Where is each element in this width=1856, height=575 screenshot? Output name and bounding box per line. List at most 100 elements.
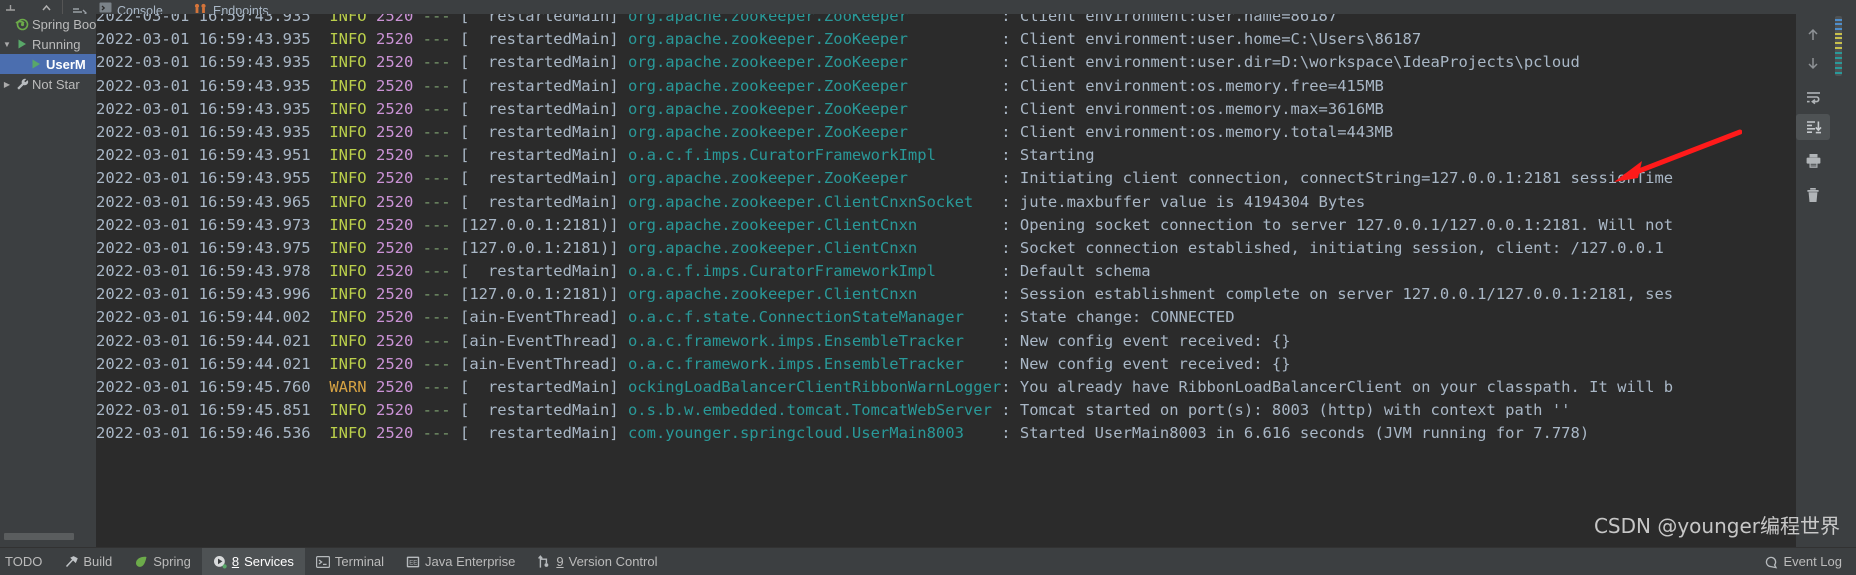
tree-item-usermain8003[interactable]: UserM bbox=[0, 54, 96, 74]
log-timestamp: 2022-03-01 16:59:46.536 bbox=[96, 424, 311, 443]
console-marker-stripe[interactable] bbox=[1832, 14, 1844, 548]
event-log-icon bbox=[1764, 555, 1778, 569]
services-tree[interactable]: Spring Boot ▼ Running UserM ▶ Not Star bbox=[0, 14, 96, 548]
tree-item-running[interactable]: ▼ Running bbox=[0, 34, 96, 54]
tab-endpoints[interactable]: Endpoints bbox=[193, 0, 269, 14]
log-pid: 2520 bbox=[375, 30, 414, 49]
print-icon[interactable] bbox=[1796, 148, 1830, 174]
stripe-marker bbox=[1835, 28, 1842, 30]
log-logger-class: org.apache.zookeeper.ClientCnxn bbox=[627, 215, 1002, 234]
scroll-up-icon[interactable] bbox=[1796, 22, 1830, 48]
log-line[interactable]: 2022-03-01 16:59:44.021 INFO 2520 --- [a… bbox=[96, 330, 1796, 353]
statusbar-item-build[interactable]: Build bbox=[53, 548, 123, 575]
terminal-icon bbox=[315, 555, 330, 569]
log-message: : Started UserMain8003 in 6.616 seconds … bbox=[1001, 424, 1590, 443]
tree-item-label: Not Star bbox=[32, 76, 80, 92]
log-logger-class: org.apache.zookeeper.ClientCnxn bbox=[627, 285, 1002, 304]
log-message: : Client environment:os.memory.total=443… bbox=[1001, 122, 1394, 141]
console-output[interactable]: 2022-03-01 16:59:43.935 INFO 2520 --- [ … bbox=[96, 14, 1796, 548]
run-icon bbox=[28, 58, 44, 70]
log-timestamp: 2022-03-01 16:59:44.021 bbox=[96, 354, 311, 373]
stripe-marker bbox=[1835, 57, 1842, 59]
log-thread: [ain-EventThread] bbox=[459, 331, 619, 350]
log-timestamp: 2022-03-01 16:59:43.978 bbox=[96, 262, 311, 281]
endpoints-icon bbox=[193, 1, 208, 14]
log-line[interactable]: 2022-03-01 16:59:44.021 INFO 2520 --- [a… bbox=[96, 353, 1796, 376]
log-line[interactable]: 2022-03-01 16:59:43.935 INFO 2520 --- [ … bbox=[96, 14, 1796, 28]
tree-item-spring-boot[interactable]: Spring Boot bbox=[0, 14, 96, 34]
log-pid: 2520 bbox=[375, 378, 414, 396]
statusbar-item-services[interactable]: 8 Services bbox=[201, 548, 305, 575]
statusbar-item-terminal[interactable]: Terminal bbox=[305, 548, 395, 575]
log-line[interactable]: 2022-03-01 16:59:45.851 INFO 2520 --- [ … bbox=[96, 399, 1796, 422]
log-line[interactable]: 2022-03-01 16:59:43.935 INFO 2520 --- [ … bbox=[96, 75, 1796, 98]
scroll-down-icon[interactable] bbox=[1796, 50, 1830, 76]
toolbar-separator bbox=[62, 0, 63, 14]
log-line[interactable]: 2022-03-01 16:59:43.965 INFO 2520 --- [ … bbox=[96, 191, 1796, 214]
log-line[interactable]: 2022-03-01 16:59:43.951 INFO 2520 --- [ … bbox=[96, 144, 1796, 167]
statusbar-label: Java Enterprise bbox=[425, 554, 516, 569]
statusbar-item-spring[interactable]: Spring bbox=[123, 548, 202, 575]
tab-console[interactable]: Console bbox=[99, 0, 163, 14]
tree-horizontal-scrollbar[interactable] bbox=[4, 533, 74, 540]
log-timestamp: 2022-03-01 16:59:43.973 bbox=[96, 215, 311, 234]
statusbar-shortcut-number: 9 bbox=[556, 554, 564, 569]
log-thread: [ restartedMain] bbox=[459, 169, 619, 188]
log-thread: [127.0.0.1:2181)] bbox=[459, 285, 619, 304]
statusbar-item-version-control[interactable]: 9 Version Control bbox=[526, 548, 668, 575]
log-logger-class: org.apache.zookeeper.ZooKeeper bbox=[627, 99, 1002, 118]
log-line[interactable]: 2022-03-01 16:59:44.002 INFO 2520 --- [a… bbox=[96, 306, 1796, 329]
log-level: INFO bbox=[329, 354, 367, 373]
log-line[interactable]: 2022-03-01 16:59:43.935 INFO 2520 --- [ … bbox=[96, 98, 1796, 121]
log-pid: 2520 bbox=[375, 76, 414, 95]
log-line[interactable]: 2022-03-01 16:59:45.760 WARN 2520 --- [ … bbox=[96, 376, 1796, 399]
log-pid: 2520 bbox=[375, 401, 414, 420]
log-line[interactable]: 2022-03-01 16:59:43.973 INFO 2520 --- [1… bbox=[96, 214, 1796, 237]
collapse-up-icon[interactable] bbox=[40, 0, 53, 14]
log-message: : You already have RibbonLoadBalancerCli… bbox=[1001, 378, 1674, 396]
trash-icon[interactable] bbox=[1796, 182, 1830, 208]
log-logger-class: org.apache.zookeeper.ClientCnxnSocket bbox=[627, 192, 1002, 211]
log-line[interactable]: 2022-03-01 16:59:43.978 INFO 2520 --- [ … bbox=[96, 260, 1796, 283]
log-timestamp: 2022-03-01 16:59:43.935 bbox=[96, 53, 311, 72]
filter-icon[interactable] bbox=[72, 0, 88, 14]
log-line[interactable]: 2022-03-01 16:59:46.536 INFO 2520 --- [ … bbox=[96, 422, 1796, 445]
log-line[interactable]: 2022-03-01 16:59:43.935 INFO 2520 --- [ … bbox=[96, 51, 1796, 74]
log-thread: [ restartedMain] bbox=[459, 378, 619, 396]
tree-expander-running[interactable]: ▼ bbox=[0, 40, 14, 49]
log-line[interactable]: 2022-03-01 16:59:43.935 INFO 2520 --- [ … bbox=[96, 28, 1796, 51]
log-line[interactable]: 2022-03-01 16:59:43.935 INFO 2520 --- [ … bbox=[96, 121, 1796, 144]
log-message: : Initiating client connection, connectS… bbox=[1001, 169, 1674, 188]
log-timestamp: 2022-03-01 16:59:43.935 bbox=[96, 30, 311, 49]
statusbar-label: Version Control bbox=[568, 554, 658, 569]
console-side-toolbar[interactable] bbox=[1796, 14, 1830, 548]
stripe-marker bbox=[1835, 33, 1842, 35]
tree-item-label: UserM bbox=[46, 56, 86, 72]
log-level: INFO bbox=[329, 76, 367, 95]
log-thread: [ restartedMain] bbox=[459, 99, 619, 118]
soft-wrap-icon[interactable] bbox=[1796, 84, 1830, 110]
log-separator: --- bbox=[413, 76, 460, 95]
ide-services-window: Console Endpoints Spring Boot ▼ Running … bbox=[0, 0, 1856, 575]
tree-item-not-started[interactable]: ▶ Not Star bbox=[0, 74, 96, 94]
statusbar-item-event-log[interactable]: Event Log bbox=[1764, 554, 1856, 569]
stripe-marker bbox=[1835, 62, 1842, 64]
log-line[interactable]: 2022-03-01 16:59:43.955 INFO 2520 --- [ … bbox=[96, 167, 1796, 190]
tree-expander-not-started[interactable]: ▶ bbox=[0, 80, 14, 89]
log-separator: --- bbox=[413, 401, 460, 420]
statusbar-item-java-enterprise[interactable]: EE Java Enterprise bbox=[395, 548, 526, 575]
log-message: : Client environment:os.memory.max=3616M… bbox=[1001, 99, 1384, 118]
services-icon bbox=[213, 555, 227, 569]
rerun-icon[interactable] bbox=[4, 0, 17, 14]
log-line[interactable]: 2022-03-01 16:59:43.996 INFO 2520 --- [1… bbox=[96, 283, 1796, 306]
log-message: : New config event received: {} bbox=[1001, 354, 1291, 373]
java-enterprise-icon: EE bbox=[406, 555, 420, 569]
log-line[interactable]: 2022-03-01 16:59:43.975 INFO 2520 --- [1… bbox=[96, 237, 1796, 260]
log-level: INFO bbox=[329, 262, 367, 281]
scroll-to-end-icon[interactable] bbox=[1796, 114, 1830, 140]
statusbar-item-todo[interactable]: TODO bbox=[0, 548, 53, 575]
log-level: WARN bbox=[329, 378, 367, 396]
log-message: : Socket connection established, initiat… bbox=[1001, 238, 1664, 257]
log-separator: --- bbox=[413, 169, 460, 188]
top-toolbar-strip: Console Endpoints bbox=[0, 0, 1856, 14]
